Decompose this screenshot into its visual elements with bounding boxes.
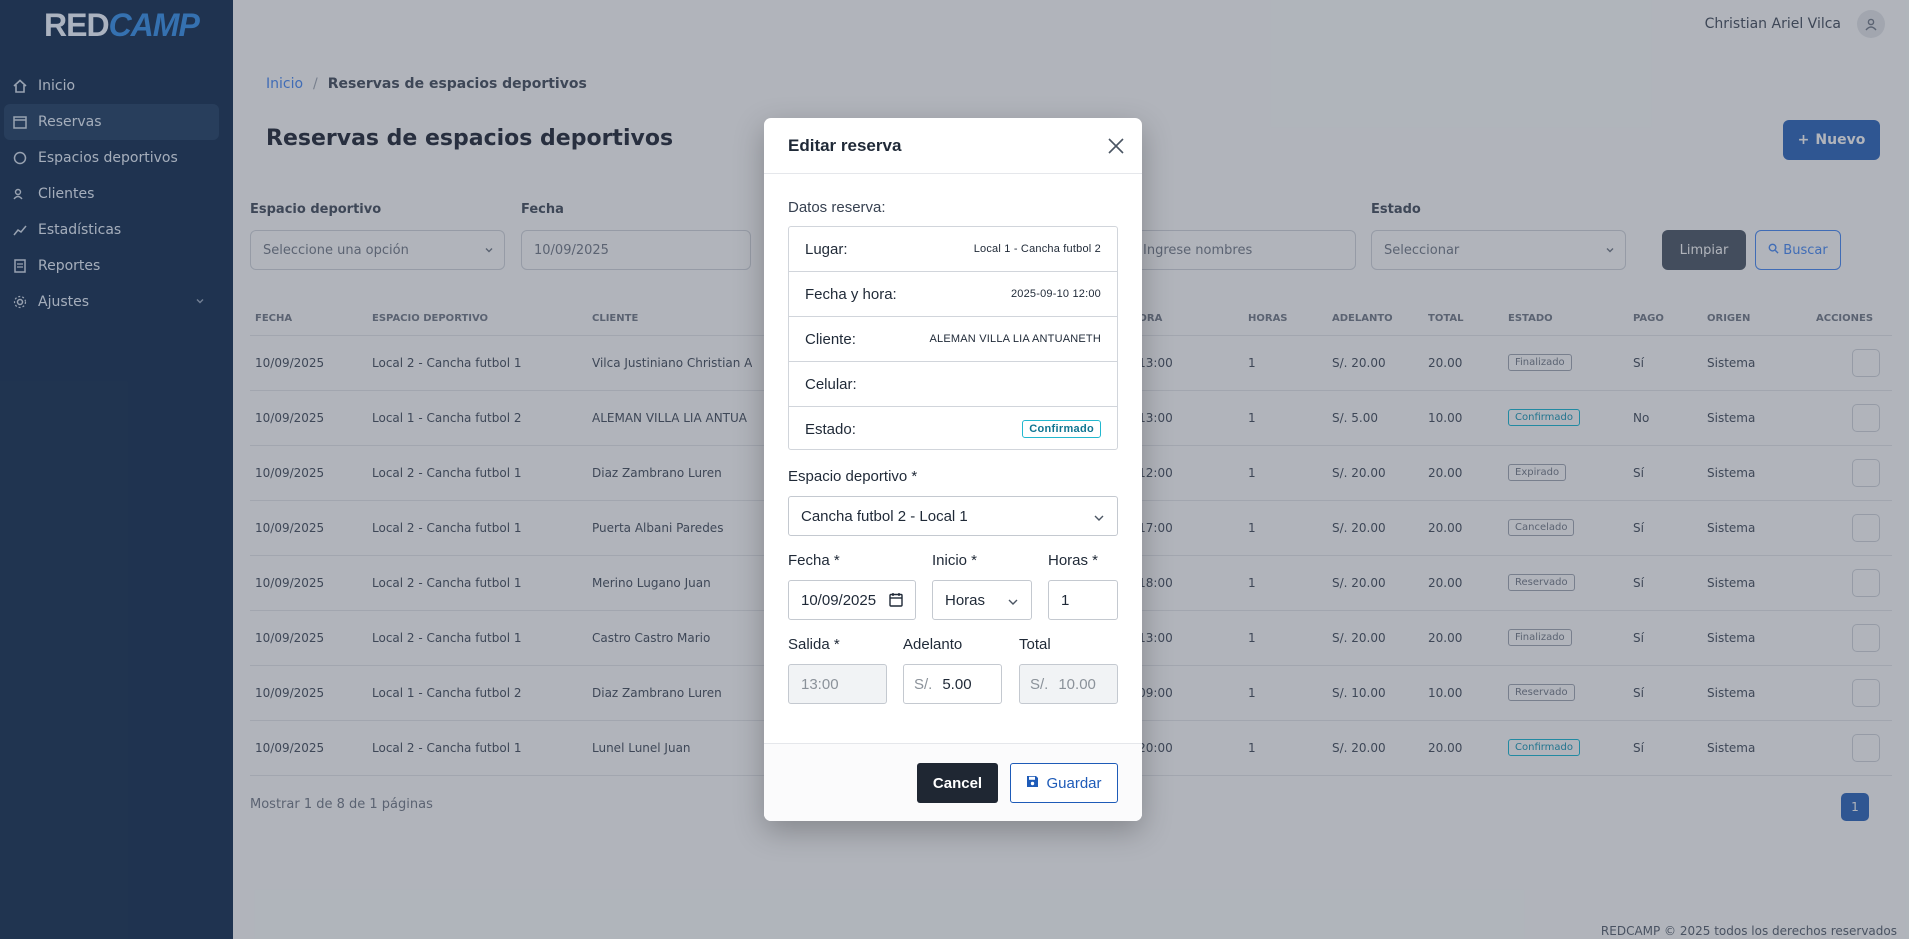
adelanto-label: Adelanto [903,636,963,653]
chevron-down-icon [1093,511,1105,528]
inicio-selected-value: Horas [945,591,986,609]
total-value: 10.00 [1058,675,1096,693]
info-row-fecha: Fecha y hora: 2025-09-10 12:00 [789,272,1117,317]
save-button[interactable]: Guardar [1010,763,1118,803]
total-currency-prefix: S/. [1030,675,1049,693]
horas-value: 1 [1061,591,1070,609]
adelanto-value: 5.00 [942,675,972,693]
inicio-select[interactable]: Horas [932,580,1032,620]
salida-label: Salida * [788,636,840,653]
reservation-info-box: Lugar: Local 1 - Cancha futbol 2 Fecha y… [788,226,1118,450]
info-row-celular: Celular: [789,362,1117,407]
reservation-data-label: Datos reserva: [788,199,886,216]
modal-header: Editar reserva [764,118,1142,174]
close-icon[interactable] [1106,136,1126,156]
adelanto-input[interactable]: S/. 5.00 [903,664,1002,704]
total-label: Total [1019,636,1051,653]
adelanto-currency-prefix: S/. [914,675,933,693]
modal-title: Editar reserva [788,136,902,155]
cliente-label: Cliente: [805,331,856,348]
horas-input[interactable]: 1 [1048,580,1118,620]
fecha-hora-label: Fecha y hora: [805,286,897,303]
celular-label: Celular: [805,376,857,393]
info-row-cliente: Cliente: ALEMAN VILLA LIA ANTUANETH [789,317,1117,362]
espacio-selected-value: Cancha futbol 2 - Local 1 [801,507,968,525]
espacio-select[interactable]: Cancha futbol 2 - Local 1 [788,496,1118,536]
fecha-label: Fecha * [788,552,840,569]
fecha-hora-value: 2025-09-10 12:00 [1010,288,1101,300]
status-badge: Confirmado [1022,420,1101,438]
cliente-value: ALEMAN VILLA LIA ANTUANETH [929,333,1101,345]
horas-label: Horas * [1048,552,1099,569]
cancel-button[interactable]: Cancel [917,763,998,803]
edit-reservation-modal: Editar reserva Datos reserva: Lugar: Loc… [764,118,1142,821]
estado-label: Estado: [805,421,856,438]
info-row-lugar: Lugar: Local 1 - Cancha futbol 2 [789,227,1117,272]
info-row-estado: Estado: Confirmado [789,407,1117,452]
save-button-label: Guardar [1046,774,1102,792]
fecha-date-input[interactable]: 10/09/2025 [788,580,916,620]
lugar-label: Lugar: [805,241,848,258]
lugar-value: Local 1 - Cancha futbol 2 [973,243,1101,255]
save-icon [1026,775,1039,792]
total-input: S/. 10.00 [1019,664,1118,704]
salida-value: 13:00 [801,675,839,693]
inicio-label: Inicio * [932,552,978,569]
calendar-icon[interactable] [889,592,903,611]
espacio-label: Espacio deportivo * [788,468,918,485]
chevron-down-icon [1007,595,1019,612]
salida-input: 13:00 [788,664,887,704]
modal-footer: Cancel Guardar [764,743,1142,821]
fecha-value: 10/09/2025 [801,591,877,609]
